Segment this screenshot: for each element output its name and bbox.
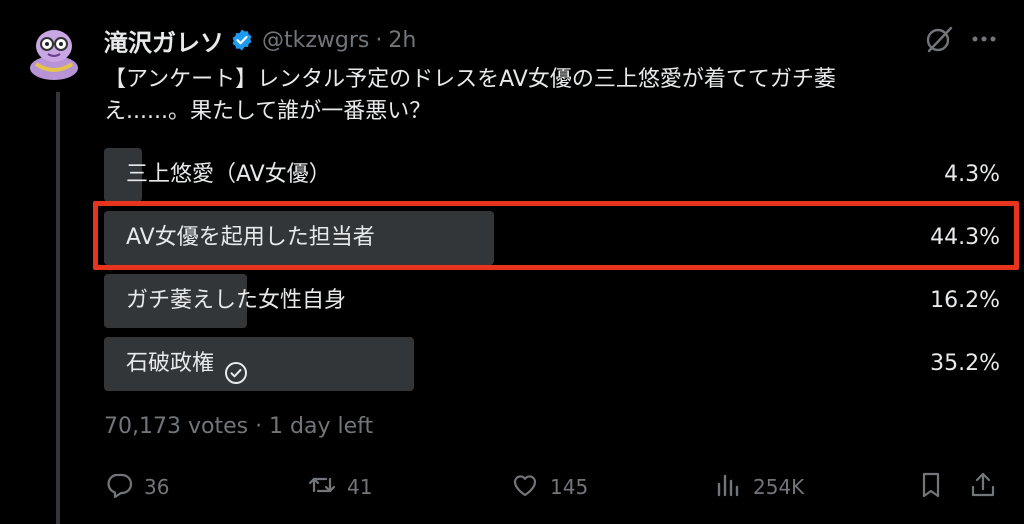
poll-option-percent: 16.2% <box>930 288 1000 313</box>
poll-option-label: 三上悠愛（AV女優） <box>126 148 331 202</box>
poll: 三上悠愛（AV女優） 4.3% AV女優を起用した担当者 44.3% ガチ萎えし… <box>104 148 1000 400</box>
repost-button[interactable]: 41 <box>307 470 372 504</box>
views-icon <box>713 470 743 505</box>
repost-icon <box>307 470 337 505</box>
bookmark-button[interactable] <box>916 470 946 504</box>
poll-option-label: 石破政権 <box>126 337 248 391</box>
tweet-text-line: え......。果たして誰が一番悪い？ <box>104 99 432 124</box>
poll-option-text: ガチ萎えした女性自身 <box>126 288 347 313</box>
views-button[interactable]: 254K <box>713 470 804 504</box>
separator-dot: · <box>375 27 383 53</box>
author-handle[interactable]: @tkzwgrs <box>262 28 369 53</box>
reply-count: 36 <box>144 475 170 499</box>
poll-option: 三上悠愛（AV女優） 4.3% <box>104 148 1000 202</box>
poll-option: 石破政権 35.2% <box>104 337 1000 391</box>
share-icon <box>968 470 998 505</box>
bookmark-icon <box>916 470 946 505</box>
check-circle-icon <box>224 352 248 384</box>
poll-option-text: 三上悠愛（AV女優） <box>126 162 331 187</box>
heart-icon <box>510 470 540 505</box>
poll-option-text: 石破政権 <box>126 351 215 376</box>
tweet-text: 【アンケート】レンタル予定のドレスをAV女優の三上悠愛が着ててガチ萎 え....… <box>104 64 984 128</box>
share-button[interactable] <box>968 470 998 504</box>
like-button[interactable]: 145 <box>510 470 588 504</box>
poll-option: ガチ萎えした女性自身 16.2% <box>104 274 1000 328</box>
highlight-box <box>93 201 1019 270</box>
thread-line <box>56 92 60 524</box>
timestamp[interactable]: 2h <box>388 28 416 53</box>
views-count: 254K <box>753 475 805 499</box>
avatar[interactable] <box>22 18 86 82</box>
reply-button[interactable]: 36 <box>104 470 169 504</box>
more-icon[interactable] <box>968 24 1000 54</box>
poll-meta: 70,173 votes · 1 day left <box>104 414 374 439</box>
grok-icon[interactable] <box>924 24 954 54</box>
tweet-text-line: 【アンケート】レンタル予定のドレスをAV女優の三上悠愛が着ててガチ萎 <box>104 67 836 92</box>
action-bar: 36 41 145 254K <box>104 470 1004 504</box>
poll-option-label: ガチ萎えした女性自身 <box>126 274 346 328</box>
author-name[interactable]: 滝沢ガレソ <box>104 23 224 58</box>
repost-count: 41 <box>347 475 373 499</box>
verified-badge-icon[interactable] <box>230 28 254 52</box>
poll-option-percent: 35.2% <box>930 351 1000 376</box>
tweet-header: 滝沢ガレソ @tkzwgrs · 2h <box>104 22 416 58</box>
poll-option-percent: 4.3% <box>944 162 1000 187</box>
reply-icon <box>104 470 134 505</box>
like-count: 145 <box>550 475 589 499</box>
